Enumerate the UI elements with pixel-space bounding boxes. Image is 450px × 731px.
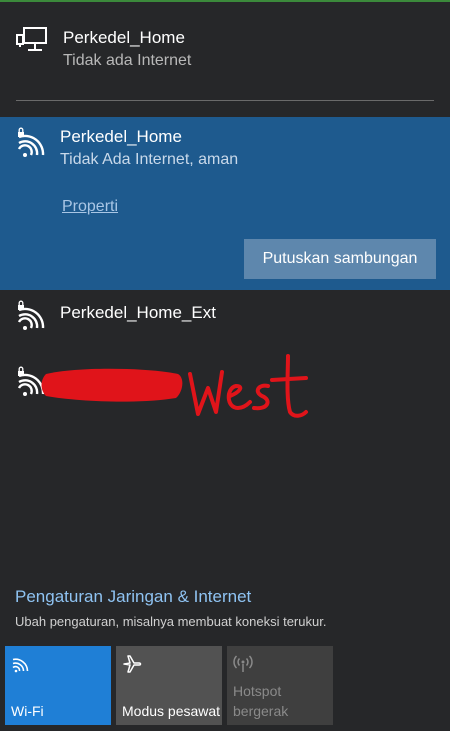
network-settings-link[interactable]: Pengaturan Jaringan & Internet	[15, 587, 251, 607]
network-name: Perkedel_Home_Ext	[60, 303, 216, 322]
secured-wifi-icon	[17, 127, 45, 157]
divider	[16, 100, 434, 101]
mobile-hotspot-toggle[interactable]: Hotspot bergerak	[227, 646, 333, 725]
wifi-toggle[interactable]: Wi-Fi	[5, 646, 111, 725]
network-name: Perkedel_Home	[60, 127, 182, 146]
redaction-scribble	[41, 354, 308, 418]
network-item[interactable]	[0, 352, 450, 432]
ethernet-name: Perkedel_Home	[63, 28, 185, 47]
airplane-icon	[123, 655, 142, 673]
top-accent-line	[0, 0, 450, 2]
ethernet-icon	[16, 27, 47, 51]
tile-label: Hotspot bergerak	[233, 683, 289, 719]
tile-label: Wi-Fi	[11, 703, 44, 719]
network-item[interactable]: Perkedel_Home_Ext	[0, 294, 450, 342]
hotspot-icon	[233, 655, 253, 672]
properties-link[interactable]: Properti	[62, 198, 118, 216]
network-status: Tidak Ada Internet, aman	[60, 151, 239, 168]
network-settings-description: Ubah pengaturan, misalnya membuat koneks…	[15, 614, 327, 629]
tile-label: Modus pesawat	[122, 703, 221, 719]
selected-network[interactable]: Perkedel_Home Tidak Ada Internet, aman P…	[0, 117, 450, 290]
airplane-mode-toggle[interactable]: Modus pesawat	[116, 646, 222, 725]
wifi-icon	[12, 658, 29, 673]
disconnect-button[interactable]: Putuskan sambungan	[244, 239, 436, 279]
secured-wifi-icon	[17, 300, 45, 330]
ethernet-status: Tidak ada Internet	[63, 52, 192, 69]
ethernet-connection[interactable]: Perkedel_Home Tidak ada Internet	[0, 18, 450, 88]
